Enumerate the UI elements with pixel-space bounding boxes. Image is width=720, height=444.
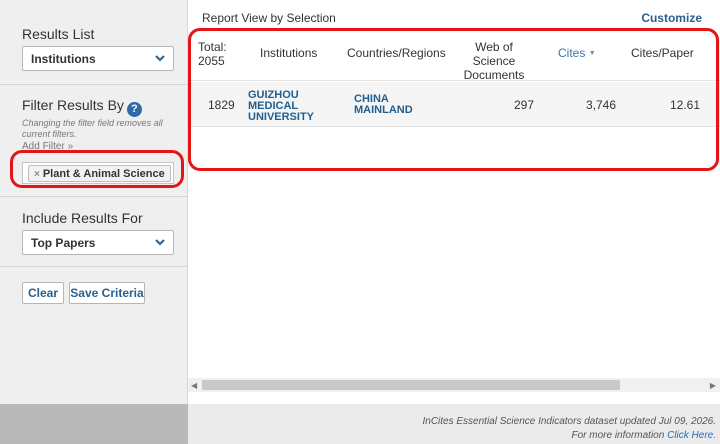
chevron-down-icon — [155, 55, 165, 62]
more-info-note: For more information Click Here. — [572, 430, 717, 441]
filter-heading: Filter Results By? — [22, 97, 142, 117]
scrollbar-thumb[interactable] — [202, 380, 620, 390]
footer-strip — [0, 404, 188, 444]
institution-line3: UNIVERSITY — [248, 111, 315, 123]
filter-note: Changing the filter field removes all cu… — [22, 118, 163, 139]
filter-chip-label: Plant & Animal Science — [42, 168, 165, 180]
dataset-updated-note: InCites Essential Science Indicators dat… — [422, 416, 716, 427]
report-title: Report View by Selection — [202, 11, 336, 25]
scroll-left-icon[interactable]: ◀ — [191, 381, 197, 390]
click-here-link[interactable]: Click Here. — [667, 430, 716, 441]
total-value: 2055 — [198, 54, 225, 68]
footer: InCites Essential Science Indicators dat… — [0, 404, 720, 444]
include-results-select[interactable]: Top Papers — [22, 230, 174, 255]
include-results-heading: Include Results For — [22, 210, 143, 226]
column-header-institutions[interactable]: Institutions — [260, 46, 317, 60]
row-divider — [188, 126, 720, 127]
horizontal-scrollbar[interactable]: ◀ ▶ — [188, 378, 720, 392]
wos-header-line1: Web of Science — [472, 40, 516, 68]
country-link[interactable]: CHINA MAINLAND — [354, 94, 413, 116]
sidebar: Results List Institutions Filter Results… — [0, 0, 188, 404]
report-panel: Report View by Selection Customize Total… — [188, 0, 720, 404]
header-divider — [188, 80, 720, 81]
row-cites-per-paper: 12.61 — [669, 98, 700, 112]
divider — [0, 196, 188, 197]
customize-link[interactable]: Customize — [641, 11, 702, 25]
sort-desc-icon: ▼ — [588, 50, 596, 57]
column-header-cites-per-paper[interactable]: Cites/Paper — [631, 46, 694, 60]
include-results-selected: Top Papers — [31, 236, 96, 250]
row-rank: 1829 — [208, 98, 235, 112]
results-list-select[interactable]: Institutions — [22, 46, 174, 71]
add-filter-link[interactable]: Add Filter » — [22, 141, 73, 152]
filter-heading-label: Filter Results By — [22, 97, 124, 113]
divider — [0, 84, 188, 85]
total-label: Total: — [198, 40, 227, 54]
column-header-cites[interactable]: Cites ▼ — [558, 46, 596, 61]
column-header-countries[interactable]: Countries/Regions — [347, 46, 446, 60]
institution-link[interactable]: GUIZHOU MEDICAL UNIVERSITY — [248, 90, 314, 123]
help-icon[interactable]: ? — [126, 102, 142, 117]
total-header: Total: 2055 — [198, 40, 227, 68]
country-line2: MAINLAND — [354, 104, 413, 116]
clear-button[interactable]: Clear — [22, 282, 64, 304]
column-header-wos-documents[interactable]: Web of Science Documents — [454, 40, 534, 82]
remove-filter-icon[interactable]: × — [34, 169, 40, 180]
chevron-down-icon — [155, 239, 165, 246]
scroll-right-icon[interactable]: ▶ — [710, 381, 716, 390]
filter-chip[interactable]: × Plant & Animal Science — [28, 165, 171, 182]
results-list-selected: Institutions — [31, 52, 96, 66]
cites-header-label: Cites — [558, 46, 586, 60]
row-documents: 297 — [513, 98, 534, 112]
save-criteria-button[interactable]: Save Criteria — [69, 282, 145, 304]
results-list-heading: Results List — [22, 26, 95, 42]
more-info-text: For more information — [571, 430, 665, 441]
divider — [0, 266, 188, 267]
filter-chip-box: × Plant & Animal Science — [22, 162, 174, 184]
row-cites: 3,746 — [585, 98, 616, 112]
